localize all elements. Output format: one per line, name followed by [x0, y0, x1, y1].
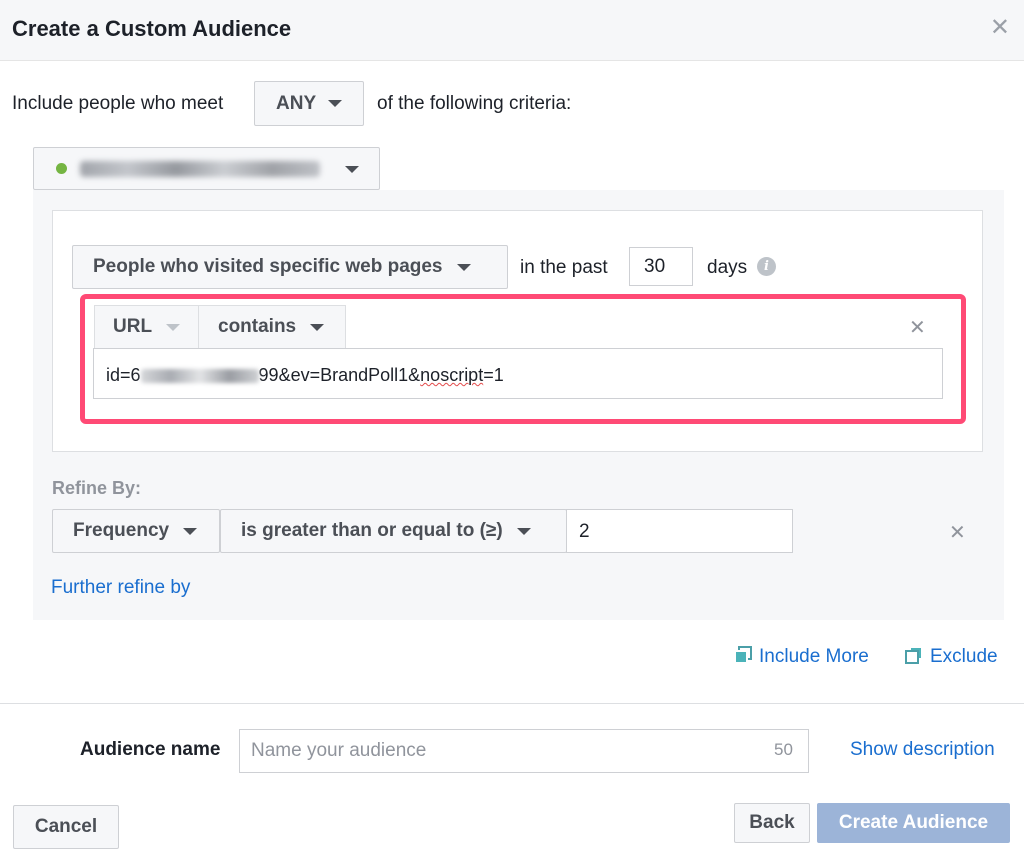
section-divider	[0, 703, 1024, 704]
chevron-down-icon	[166, 323, 181, 331]
exclude-link[interactable]: Exclude	[930, 646, 998, 668]
url-value-redacted	[140, 369, 259, 384]
audience-name-char-count: 50	[774, 740, 793, 759]
include-more-link[interactable]: Include More	[759, 646, 869, 668]
traffic-type-value: People who visited specific web pages	[93, 256, 443, 277]
url-value-middle: 99&ev=BrandPoll1&	[258, 365, 421, 385]
info-icon[interactable]: i	[757, 257, 776, 276]
pixel-selector[interactable]	[33, 147, 380, 190]
url-value-input[interactable]: id=6 99&ev=BrandPoll1&noscript=1	[93, 348, 943, 399]
in-past-label: in the past	[520, 257, 608, 278]
url-field-dropdown[interactable]: URL	[94, 305, 199, 349]
refine-comparator-value: is greater than or equal to (≥)	[241, 520, 503, 541]
chevron-down-icon	[183, 527, 198, 535]
dialog-header: Create a Custom Audience ✕	[0, 0, 1024, 61]
back-button[interactable]: Back	[734, 803, 810, 843]
url-operator-dropdown[interactable]: contains	[198, 305, 346, 349]
days-input[interactable]: 30	[629, 247, 693, 286]
url-operator-value: contains	[218, 316, 297, 337]
create-audience-button[interactable]: Create Audience	[817, 803, 1010, 843]
dialog-title: Create a Custom Audience	[12, 16, 292, 41]
cancel-button[interactable]: Cancel	[13, 805, 119, 849]
url-field-value: URL	[113, 316, 153, 337]
url-value-end: =1	[483, 365, 504, 385]
close-icon[interactable]: ✕	[990, 16, 1010, 40]
match-type-value: ANY	[276, 92, 317, 114]
pixel-name-redacted	[80, 161, 320, 177]
refine-by-label: Refine By:	[52, 478, 142, 498]
refine-value-input[interactable]: 2	[566, 509, 793, 553]
chevron-down-icon	[328, 100, 343, 107]
audience-name-input[interactable]	[239, 729, 809, 773]
chevron-down-icon	[516, 527, 531, 535]
create-custom-audience-dialog: Create a Custom Audience ✕ Include peopl…	[0, 0, 1024, 862]
show-description-link[interactable]: Show description	[850, 739, 995, 761]
remove-refine-icon[interactable]: ✕	[949, 523, 966, 543]
refine-comparator-dropdown[interactable]: is greater than or equal to (≥)	[220, 509, 567, 553]
traffic-type-dropdown[interactable]: People who visited specific web pages	[72, 245, 508, 289]
chevron-down-icon	[310, 323, 325, 331]
include-more-icon[interactable]	[734, 646, 752, 664]
refine-field-dropdown[interactable]: Frequency	[52, 509, 220, 553]
exclude-icon[interactable]	[905, 646, 923, 664]
further-refine-link[interactable]: Further refine by	[51, 577, 190, 599]
refine-field-value: Frequency	[73, 520, 170, 541]
url-value-prefix: id=6	[106, 365, 141, 385]
match-type-dropdown[interactable]: ANY	[254, 81, 364, 126]
remove-url-rule-icon[interactable]: ✕	[909, 318, 926, 338]
criteria-prefix: Include people who meet	[12, 93, 224, 114]
days-label: days	[707, 257, 748, 278]
chevron-down-icon	[456, 263, 471, 271]
url-value-spellcheck: noscript	[420, 365, 484, 385]
audience-name-label: Audience name	[80, 739, 221, 760]
criteria-suffix: of the following criteria:	[377, 93, 572, 114]
pixel-status-dot	[56, 163, 67, 174]
chevron-down-icon	[345, 166, 359, 173]
